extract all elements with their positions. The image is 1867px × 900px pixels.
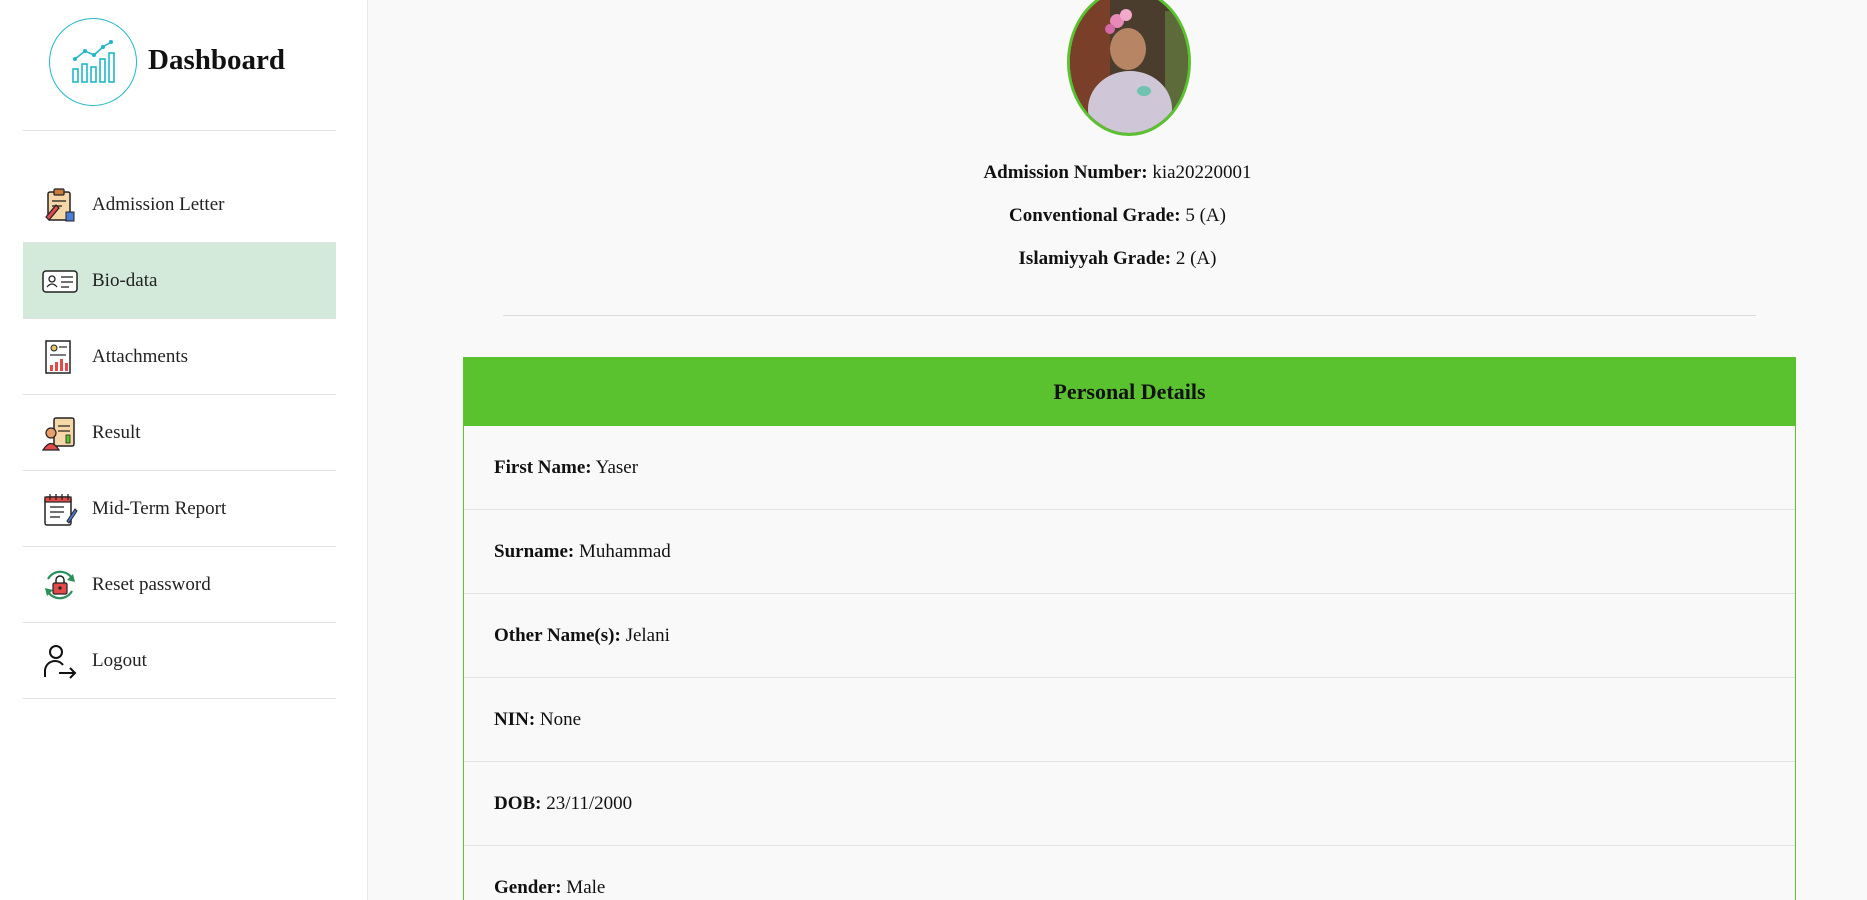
brand-title: Dashboard xyxy=(148,44,285,76)
sidebar-item-admission-letter[interactable]: Admission Letter xyxy=(23,167,336,243)
detail-row-first-name: First Name: Yaser xyxy=(464,426,1795,510)
lock-reset-icon xyxy=(42,567,78,603)
sidebar-item-label: Mid-Term Report xyxy=(92,498,227,519)
detail-row-surname: Surname: Muhammad xyxy=(464,510,1795,594)
detail-row-nin: NIN: None xyxy=(464,678,1795,762)
user-logout-icon xyxy=(42,643,78,679)
brand: Dashboard xyxy=(23,0,336,131)
detail-row-dob: DOB: 23/11/2000 xyxy=(464,762,1795,846)
sidebar: Dashboard Admission Letter Bio-data Atta… xyxy=(0,0,368,900)
chart-icon xyxy=(49,18,137,106)
sidebar-item-reset-password[interactable]: Reset password xyxy=(23,547,336,623)
sidebar-item-label: Admission Letter xyxy=(92,194,225,215)
result-clipboard-icon xyxy=(41,415,78,451)
sidebar-item-logout[interactable]: Logout xyxy=(23,623,336,699)
detail-row-other-names: Other Name(s): Jelani xyxy=(464,594,1795,678)
sidebar-item-mid-term-report[interactable]: Mid-Term Report xyxy=(23,471,336,547)
sidebar-item-label: Logout xyxy=(92,650,147,671)
divider xyxy=(503,315,1756,316)
sidebar-item-result[interactable]: Result xyxy=(23,395,336,471)
sidebar-item-bio-data[interactable]: Bio-data xyxy=(23,243,336,319)
islamiyyah-grade: Islamiyyah Grade: 2 (A) xyxy=(1018,248,1217,269)
personal-details-card: Personal Details First Name: Yaser Surna… xyxy=(463,357,1796,900)
sidebar-item-label: Reset password xyxy=(92,574,211,595)
sidebar-item-label: Bio-data xyxy=(92,270,158,291)
detail-row-gender: Gender: Male xyxy=(464,846,1795,900)
id-card-icon xyxy=(42,263,78,299)
sidebar-nav: Admission Letter Bio-data Attachments Re… xyxy=(23,167,336,699)
notepad-icon xyxy=(42,491,78,527)
admission-number: Admission Number: kia20220001 xyxy=(983,162,1252,183)
clipboard-pen-icon xyxy=(42,187,78,223)
sidebar-item-attachments[interactable]: Attachments xyxy=(23,319,336,395)
conventional-grade: Conventional Grade: 5 (A) xyxy=(1009,205,1226,226)
document-chart-icon xyxy=(42,339,78,375)
profile-photo xyxy=(1067,0,1191,136)
sidebar-item-label: Result xyxy=(92,422,141,443)
main-content: Admission Number: kia20220001 Convention… xyxy=(368,0,1867,900)
personal-details-heading: Personal Details xyxy=(464,358,1795,426)
sidebar-item-label: Attachments xyxy=(92,346,189,367)
